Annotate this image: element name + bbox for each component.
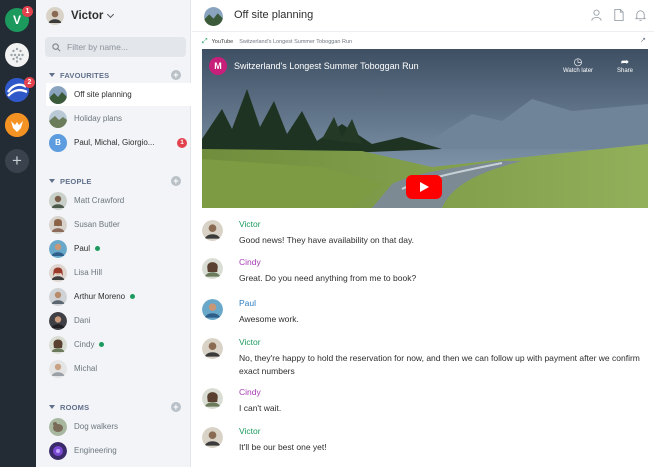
play-button[interactable] xyxy=(406,175,442,199)
unread-badge: 1 xyxy=(177,137,187,148)
preview-source: YouTube xyxy=(211,38,234,45)
room-item-off-site-planning[interactable]: Off site planning xyxy=(46,83,191,106)
room-avatar xyxy=(49,109,67,128)
sender-name[interactable]: Victor xyxy=(239,337,261,347)
room-header-avatar xyxy=(204,7,223,26)
filter-box xyxy=(45,37,186,57)
link-preview: ⤢ YouTube Switzerland's Longest Summer T… xyxy=(202,36,648,208)
youtube-video-player[interactable]: M Switzerland's Longest Summer Toboggan … xyxy=(202,49,648,208)
space-dots-icon[interactable] xyxy=(5,43,29,67)
room-item-engineering[interactable]: Engineering xyxy=(46,439,191,462)
sender-avatar[interactable] xyxy=(202,299,223,320)
person-item-cindy[interactable]: Cindy xyxy=(46,333,191,356)
room-letter-avatar: B xyxy=(49,133,67,152)
person-avatar xyxy=(49,335,67,354)
sender-avatar[interactable] xyxy=(202,220,223,241)
collapse-triangle-icon xyxy=(49,179,55,183)
room-avatar xyxy=(49,441,67,460)
room-title: Off site planning xyxy=(234,9,314,21)
person-avatar xyxy=(49,191,67,210)
person-avatar xyxy=(49,287,67,306)
space-home-badge: 1 xyxy=(22,6,33,17)
person-item-lisa-hill[interactable]: Lisa Hill xyxy=(46,261,191,284)
person-item-matt-crawford[interactable]: Matt Crawford xyxy=(46,189,191,212)
user-name: Victor xyxy=(71,10,104,22)
room-list-panel: Victor FAVOURITES + Off site planning xyxy=(36,0,191,467)
external-link-icon[interactable]: ↗ xyxy=(640,36,646,44)
add-room-button[interactable]: + xyxy=(171,402,181,412)
room-item-holiday-plans[interactable]: Holiday plans xyxy=(46,107,191,130)
user-avatar xyxy=(46,7,64,25)
message-body: No, they're happy to hold the reservatio… xyxy=(239,353,640,376)
sender-name[interactable]: Victor xyxy=(239,426,261,436)
message-body: I can't wait. xyxy=(239,403,282,413)
online-indicator xyxy=(95,246,101,251)
bell-icon[interactable] xyxy=(634,8,647,22)
person-avatar xyxy=(49,263,67,282)
person-avatar xyxy=(49,311,67,330)
online-indicator xyxy=(130,294,136,299)
person-item-arthur-moreno[interactable]: Arthur Moreno xyxy=(46,285,191,308)
message-body: It'll be our best one yet! xyxy=(239,442,327,452)
person-item-dani[interactable]: Dani xyxy=(46,309,191,332)
sender-name[interactable]: Cindy xyxy=(239,257,261,267)
add-person-button[interactable]: + xyxy=(171,176,181,186)
room-avatar xyxy=(49,85,67,104)
person-item-paul[interactable]: Paul xyxy=(46,237,191,260)
add-favourite-button[interactable]: + xyxy=(171,70,181,80)
message-body: Great. Do you need anything from me to b… xyxy=(239,273,417,283)
preview-title[interactable]: Switzerland's Longest Summer Toboggan Ru… xyxy=(239,39,352,45)
share-arrow-icon: ➦ xyxy=(620,57,630,68)
person-avatar xyxy=(49,239,67,258)
person-item-susan-butler[interactable]: Susan Butler xyxy=(46,213,191,236)
online-indicator xyxy=(99,342,105,347)
space-fox-icon[interactable] xyxy=(5,113,29,137)
person-avatar xyxy=(49,359,67,378)
add-space-button[interactable]: + xyxy=(5,149,29,173)
space-orb-badge: 2 xyxy=(24,77,35,88)
message-body: Awesome work. xyxy=(239,314,299,324)
space-rail: V 1 2 + xyxy=(0,0,36,467)
room-item-paul-michal-giorgio[interactable]: B Paul, Michal, Giorgio... 1 xyxy=(46,131,191,154)
collapse-triangle-icon xyxy=(49,73,55,77)
room-header: Off site planning xyxy=(192,0,654,32)
files-icon[interactable] xyxy=(612,8,625,22)
clock-icon: ◷ xyxy=(573,57,583,68)
link-preview-bar: ⤢ YouTube Switzerland's Longest Summer T… xyxy=(202,36,648,47)
search-icon xyxy=(52,42,61,51)
member-icon[interactable] xyxy=(590,8,603,22)
sender-name[interactable]: Paul xyxy=(239,298,256,308)
person-avatar xyxy=(49,215,67,234)
filter-input[interactable] xyxy=(67,42,177,52)
message-body: Good news! They have availability on tha… xyxy=(239,235,414,245)
people-section-header[interactable]: PEOPLE + xyxy=(49,175,181,187)
user-menu[interactable]: Victor xyxy=(46,6,115,26)
sender-name[interactable]: Cindy xyxy=(239,387,261,397)
watch-later-button[interactable]: ◷ Watch later xyxy=(560,57,596,74)
chat-app: V 1 2 + Victor Filter by name... FAVOURI… xyxy=(0,0,654,467)
chevron-down-icon xyxy=(107,10,115,19)
share-button[interactable]: ➦ Share xyxy=(607,57,643,74)
dots-pattern-icon xyxy=(10,47,24,63)
sender-name[interactable]: Victor xyxy=(239,219,261,229)
collapse-triangle-icon xyxy=(49,405,55,409)
sender-avatar[interactable] xyxy=(202,427,223,448)
fox-icon xyxy=(5,113,29,137)
expand-arrows-icon[interactable]: ⤢ xyxy=(202,38,208,46)
plus-icon: + xyxy=(12,151,22,170)
video-title[interactable]: Switzerland's Longest Summer Toboggan Ru… xyxy=(234,61,419,71)
room-avatar xyxy=(49,417,67,436)
sender-avatar[interactable] xyxy=(202,258,223,279)
channel-avatar[interactable]: M xyxy=(209,57,227,75)
sender-avatar[interactable] xyxy=(202,388,223,409)
sender-avatar[interactable] xyxy=(202,338,223,359)
favourites-section-header[interactable]: FAVOURITES + xyxy=(49,69,181,81)
room-item-dog-walkers[interactable]: Dog walkers xyxy=(46,415,191,438)
person-item-michal[interactable]: Michal xyxy=(46,357,191,380)
rooms-section-header[interactable]: ROOMS + xyxy=(49,401,181,413)
